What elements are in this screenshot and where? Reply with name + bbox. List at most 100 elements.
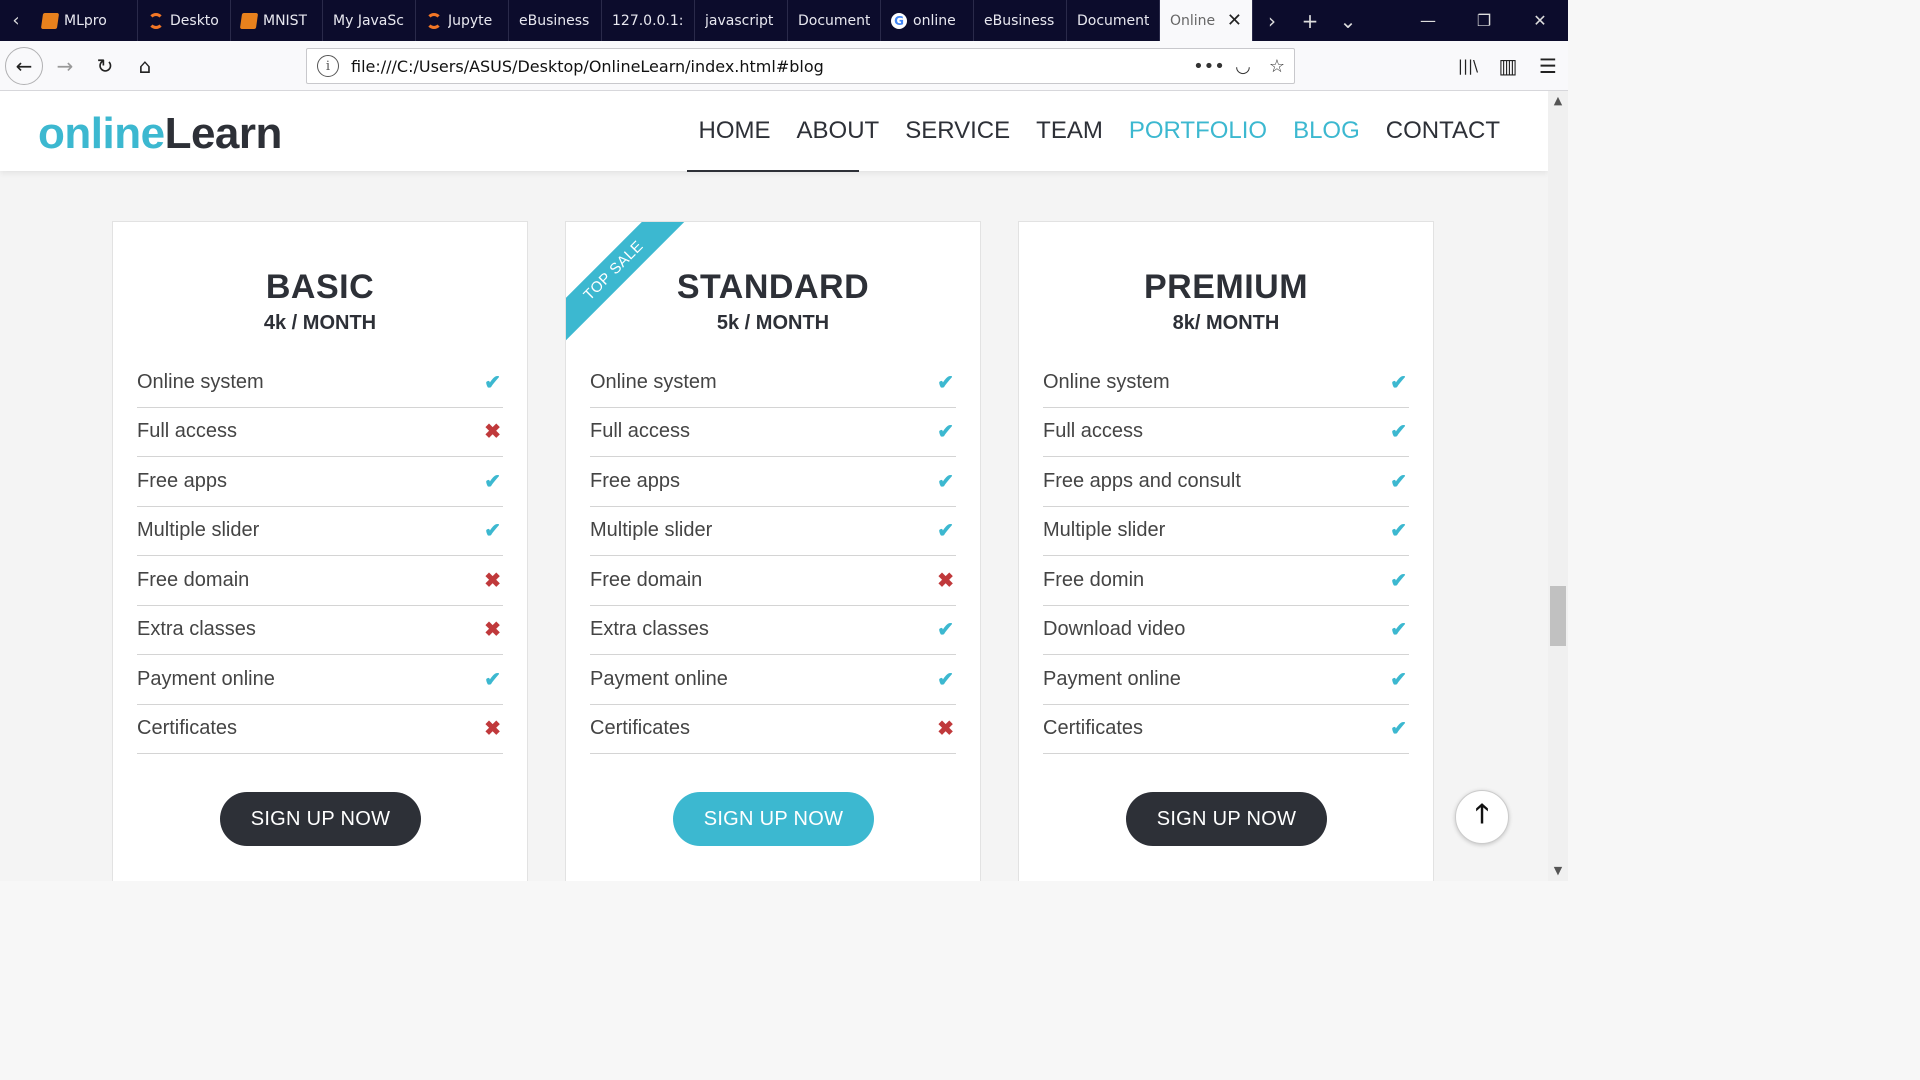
page-actions-icon[interactable]: ••• bbox=[1192, 56, 1226, 77]
tab-label: eBusiness bbox=[519, 12, 590, 29]
google-icon: G bbox=[891, 12, 907, 29]
site-header: onlineLearn HOME ABOUT SERVICE TEAM PORTFOLI… bbox=[0, 91, 1548, 172]
plan-name: STANDARD bbox=[676, 268, 870, 306]
nav-underline bbox=[687, 170, 859, 172]
tab-6[interactable]: eBusiness bbox=[509, 0, 602, 41]
tab-active[interactable]: Onlinel ✕ bbox=[1160, 0, 1253, 41]
feature-label: Extra classes bbox=[590, 618, 709, 641]
scroll-tabs-left-button[interactable]: ‹ bbox=[0, 0, 32, 41]
menu-icon[interactable]: ☰ bbox=[1528, 46, 1568, 86]
navigation-toolbar: ← → ↻ ⌂ i file:///C:/Users/ASUS/Desktop/… bbox=[0, 41, 1568, 91]
nav-item-team[interactable]: TEAM bbox=[1036, 117, 1103, 145]
close-window-button[interactable]: ✕ bbox=[1512, 0, 1568, 41]
tab-5[interactable]: Jupyte bbox=[416, 0, 509, 41]
tab-7[interactable]: 127.0.0.1:5 bbox=[602, 0, 695, 41]
toolbar-right: |||\ ▥ ☰ bbox=[1448, 46, 1568, 86]
reload-button[interactable]: ↻ bbox=[85, 46, 125, 86]
feature-item: Multiple slider ✔ bbox=[1043, 507, 1409, 556]
page-scrollbar[interactable]: ▲ ▼ bbox=[1548, 91, 1568, 881]
nav-item-about[interactable]: ABOUT bbox=[797, 117, 880, 145]
book-icon bbox=[40, 12, 60, 29]
site-info-icon[interactable]: i bbox=[317, 55, 339, 77]
feature-item: Free domin ✔ bbox=[1043, 556, 1409, 606]
url-text[interactable]: file:///C:/Users/ASUS/Desktop/OnlineLear… bbox=[351, 57, 1192, 76]
check-icon: ✔ bbox=[1390, 569, 1407, 592]
nav-item-blog[interactable]: BLOG bbox=[1293, 117, 1360, 145]
site-logo[interactable]: onlineLearn bbox=[38, 109, 282, 159]
new-tab-button[interactable]: + bbox=[1291, 0, 1329, 41]
tab-label: MLpro bbox=[64, 12, 107, 29]
tab-label: Deskto bbox=[170, 12, 219, 29]
feature-item: Payment online ✔ bbox=[1043, 655, 1409, 705]
sidebar-icon[interactable]: ▥ bbox=[1488, 46, 1528, 86]
tab-label: Jupyte bbox=[448, 12, 493, 29]
check-icon: ✔ bbox=[484, 470, 501, 493]
bookmark-star-icon[interactable]: ☆ bbox=[1260, 56, 1294, 77]
forward-button[interactable]: → bbox=[45, 46, 85, 86]
tab-label: javascript l bbox=[705, 12, 777, 29]
check-icon: ✔ bbox=[937, 520, 954, 543]
tab-1[interactable]: MLpro bbox=[32, 0, 138, 41]
check-icon: ✔ bbox=[1390, 718, 1407, 741]
restore-button[interactable]: ❐ bbox=[1456, 0, 1512, 41]
tab-strip-spacer bbox=[1367, 0, 1400, 41]
feature-item: Online system ✔ bbox=[1043, 358, 1409, 408]
main-nav: HOME ABOUT SERVICE TEAM PORTFOLIO BLOG CONTACT bbox=[699, 117, 1500, 145]
nav-item-portfolio[interactable]: PORTFOLIO bbox=[1129, 117, 1267, 145]
tab-label: MNIST bbox=[263, 12, 308, 29]
address-bar[interactable]: i file:///C:/Users/ASUS/Desktop/OnlineLe… bbox=[306, 48, 1295, 84]
tab-4[interactable]: My JavaSc bbox=[323, 0, 416, 41]
tab-label: eBusiness bbox=[984, 12, 1055, 29]
feature-label: Download video bbox=[1043, 618, 1186, 641]
tab-8[interactable]: javascript l bbox=[695, 0, 788, 41]
logo-part-learn: Learn bbox=[164, 109, 283, 158]
tab-2[interactable]: Deskto bbox=[138, 0, 231, 41]
scroll-to-top-button[interactable]: 🡑 bbox=[1455, 790, 1509, 844]
book-icon bbox=[239, 12, 259, 29]
nav-item-contact[interactable]: CONTACT bbox=[1386, 117, 1500, 145]
tab-12[interactable]: Document bbox=[1067, 0, 1160, 41]
scroll-tabs-right-button[interactable]: › bbox=[1253, 0, 1291, 41]
home-button[interactable]: ⌂ bbox=[125, 46, 165, 86]
feature-item: Free apps and consult ✔ bbox=[1043, 457, 1409, 507]
sign-up-button[interactable]: SIGN UP NOW bbox=[673, 792, 874, 846]
scroll-down-arrow[interactable]: ▼ bbox=[1548, 861, 1568, 881]
sign-up-button[interactable]: SIGN UP NOW bbox=[1126, 792, 1327, 846]
jupyter-icon bbox=[426, 12, 442, 29]
tab-close-icon[interactable]: ✕ bbox=[1227, 10, 1242, 31]
feature-item: Online system ✔ bbox=[590, 358, 956, 408]
check-icon: ✔ bbox=[1390, 619, 1407, 642]
list-all-tabs-button[interactable]: ⌄ bbox=[1329, 0, 1367, 41]
feature-item: Full access ✖ bbox=[137, 408, 503, 457]
nav-item-home[interactable]: HOME bbox=[699, 117, 771, 145]
cross-icon: ✖ bbox=[484, 718, 501, 741]
pocket-icon[interactable]: ◡ bbox=[1226, 56, 1260, 77]
scroll-up-arrow[interactable]: ▲ bbox=[1548, 91, 1568, 111]
tab-10[interactable]: Gonline bbox=[881, 0, 974, 41]
back-button[interactable]: ← bbox=[5, 46, 43, 85]
sign-up-button[interactable]: SIGN UP NOW bbox=[220, 792, 421, 846]
scroll-thumb[interactable] bbox=[1550, 586, 1566, 646]
feature-item: Free domain ✖ bbox=[137, 556, 503, 606]
tab-3[interactable]: MNIST bbox=[231, 0, 323, 41]
feature-item: Certificates ✖ bbox=[590, 705, 956, 754]
minimize-button[interactable]: — bbox=[1400, 0, 1456, 41]
check-icon: ✔ bbox=[937, 668, 954, 691]
feature-item: Payment online ✔ bbox=[590, 655, 956, 705]
feature-item: Extra classes ✔ bbox=[590, 606, 956, 655]
tab-label: Onlinel bbox=[1170, 12, 1215, 29]
feature-item: Certificates ✖ bbox=[137, 705, 503, 754]
nav-item-service[interactable]: SERVICE bbox=[905, 117, 1010, 145]
feature-label: Certificates bbox=[137, 717, 238, 740]
check-icon: ✔ bbox=[484, 668, 501, 691]
feature-label: Online system bbox=[137, 370, 264, 393]
feature-label: Free apps bbox=[590, 469, 681, 492]
feature-list: Online system ✔ Full access ✔ Free apps and … bbox=[1043, 358, 1409, 754]
feature-label: Full access bbox=[1043, 420, 1144, 443]
feature-label: Extra classes bbox=[137, 618, 256, 641]
tab-9[interactable]: Document bbox=[788, 0, 881, 41]
library-icon[interactable]: |||\ bbox=[1448, 46, 1488, 86]
feature-item: Full access ✔ bbox=[590, 408, 956, 457]
jupyter-icon bbox=[148, 12, 164, 29]
tab-11[interactable]: eBusiness bbox=[974, 0, 1067, 41]
